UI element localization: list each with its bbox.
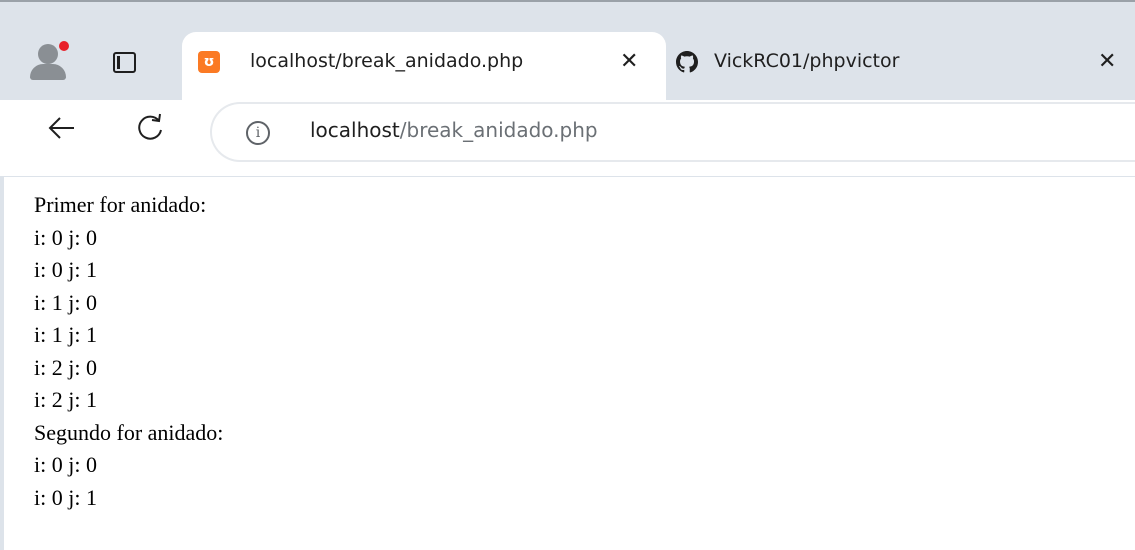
url-text[interactable]: localhost/break_anidado.php bbox=[310, 118, 598, 142]
tab-break-anidado[interactable]: ʊ localhost/break_anidado.php ✕ bbox=[182, 32, 666, 102]
toolbar: i localhost/break_anidado.php bbox=[0, 100, 1135, 170]
reload-icon[interactable] bbox=[130, 108, 170, 148]
tab-phpvictor[interactable]: VickRC01/phpvictor ✕ bbox=[666, 32, 1135, 102]
url-path: /break_anidado.php bbox=[399, 118, 598, 142]
tab-search-icon[interactable] bbox=[113, 52, 136, 73]
notification-dot bbox=[59, 41, 69, 51]
output-line: i: 2 j: 1 bbox=[34, 387, 97, 412]
back-arrow-icon[interactable] bbox=[42, 108, 82, 148]
url-host: localhost bbox=[310, 118, 400, 142]
page-content: Primer for anidado: i: 0 j: 0 i: 0 j: 1 … bbox=[0, 176, 1135, 550]
close-tab-button[interactable]: ✕ bbox=[1098, 50, 1116, 74]
github-icon bbox=[676, 51, 698, 73]
output-line: i: 0 j: 0 bbox=[34, 224, 97, 250]
output-line: Segundo for anidado: bbox=[34, 419, 224, 445]
address-bar[interactable]: i localhost/break_anidado.php bbox=[210, 102, 1135, 162]
site-info-icon[interactable]: i bbox=[246, 121, 270, 145]
output-line: i: 0 j: 1 bbox=[34, 257, 97, 282]
profile-avatar-icon[interactable] bbox=[30, 40, 70, 80]
close-tab-button[interactable]: ✕ bbox=[620, 50, 638, 74]
output-line: i: 0 j: 0 bbox=[34, 452, 97, 477]
output-line: i: 0 j: 1 bbox=[34, 484, 97, 510]
avatar-head bbox=[38, 44, 58, 64]
xampp-icon: ʊ bbox=[198, 51, 220, 73]
tab-title: VickRC01/phpvictor bbox=[714, 50, 900, 72]
php-output: Primer for anidado: i: 0 j: 0 i: 0 j: 1 … bbox=[34, 189, 223, 514]
output-line: i: 1 j: 0 bbox=[34, 289, 97, 315]
tab-title: localhost/break_anidado.php bbox=[250, 50, 524, 72]
output-line: i: 2 j: 0 bbox=[34, 354, 97, 380]
avatar-shoulders bbox=[30, 64, 66, 80]
tab-strip: ʊ localhost/break_anidado.php ✕ VickRC01… bbox=[0, 0, 1135, 102]
output-line: Primer for anidado: bbox=[34, 192, 207, 217]
output-line: i: 1 j: 1 bbox=[34, 322, 97, 347]
browser-window: ʊ localhost/break_anidado.php ✕ VickRC01… bbox=[0, 0, 1135, 550]
